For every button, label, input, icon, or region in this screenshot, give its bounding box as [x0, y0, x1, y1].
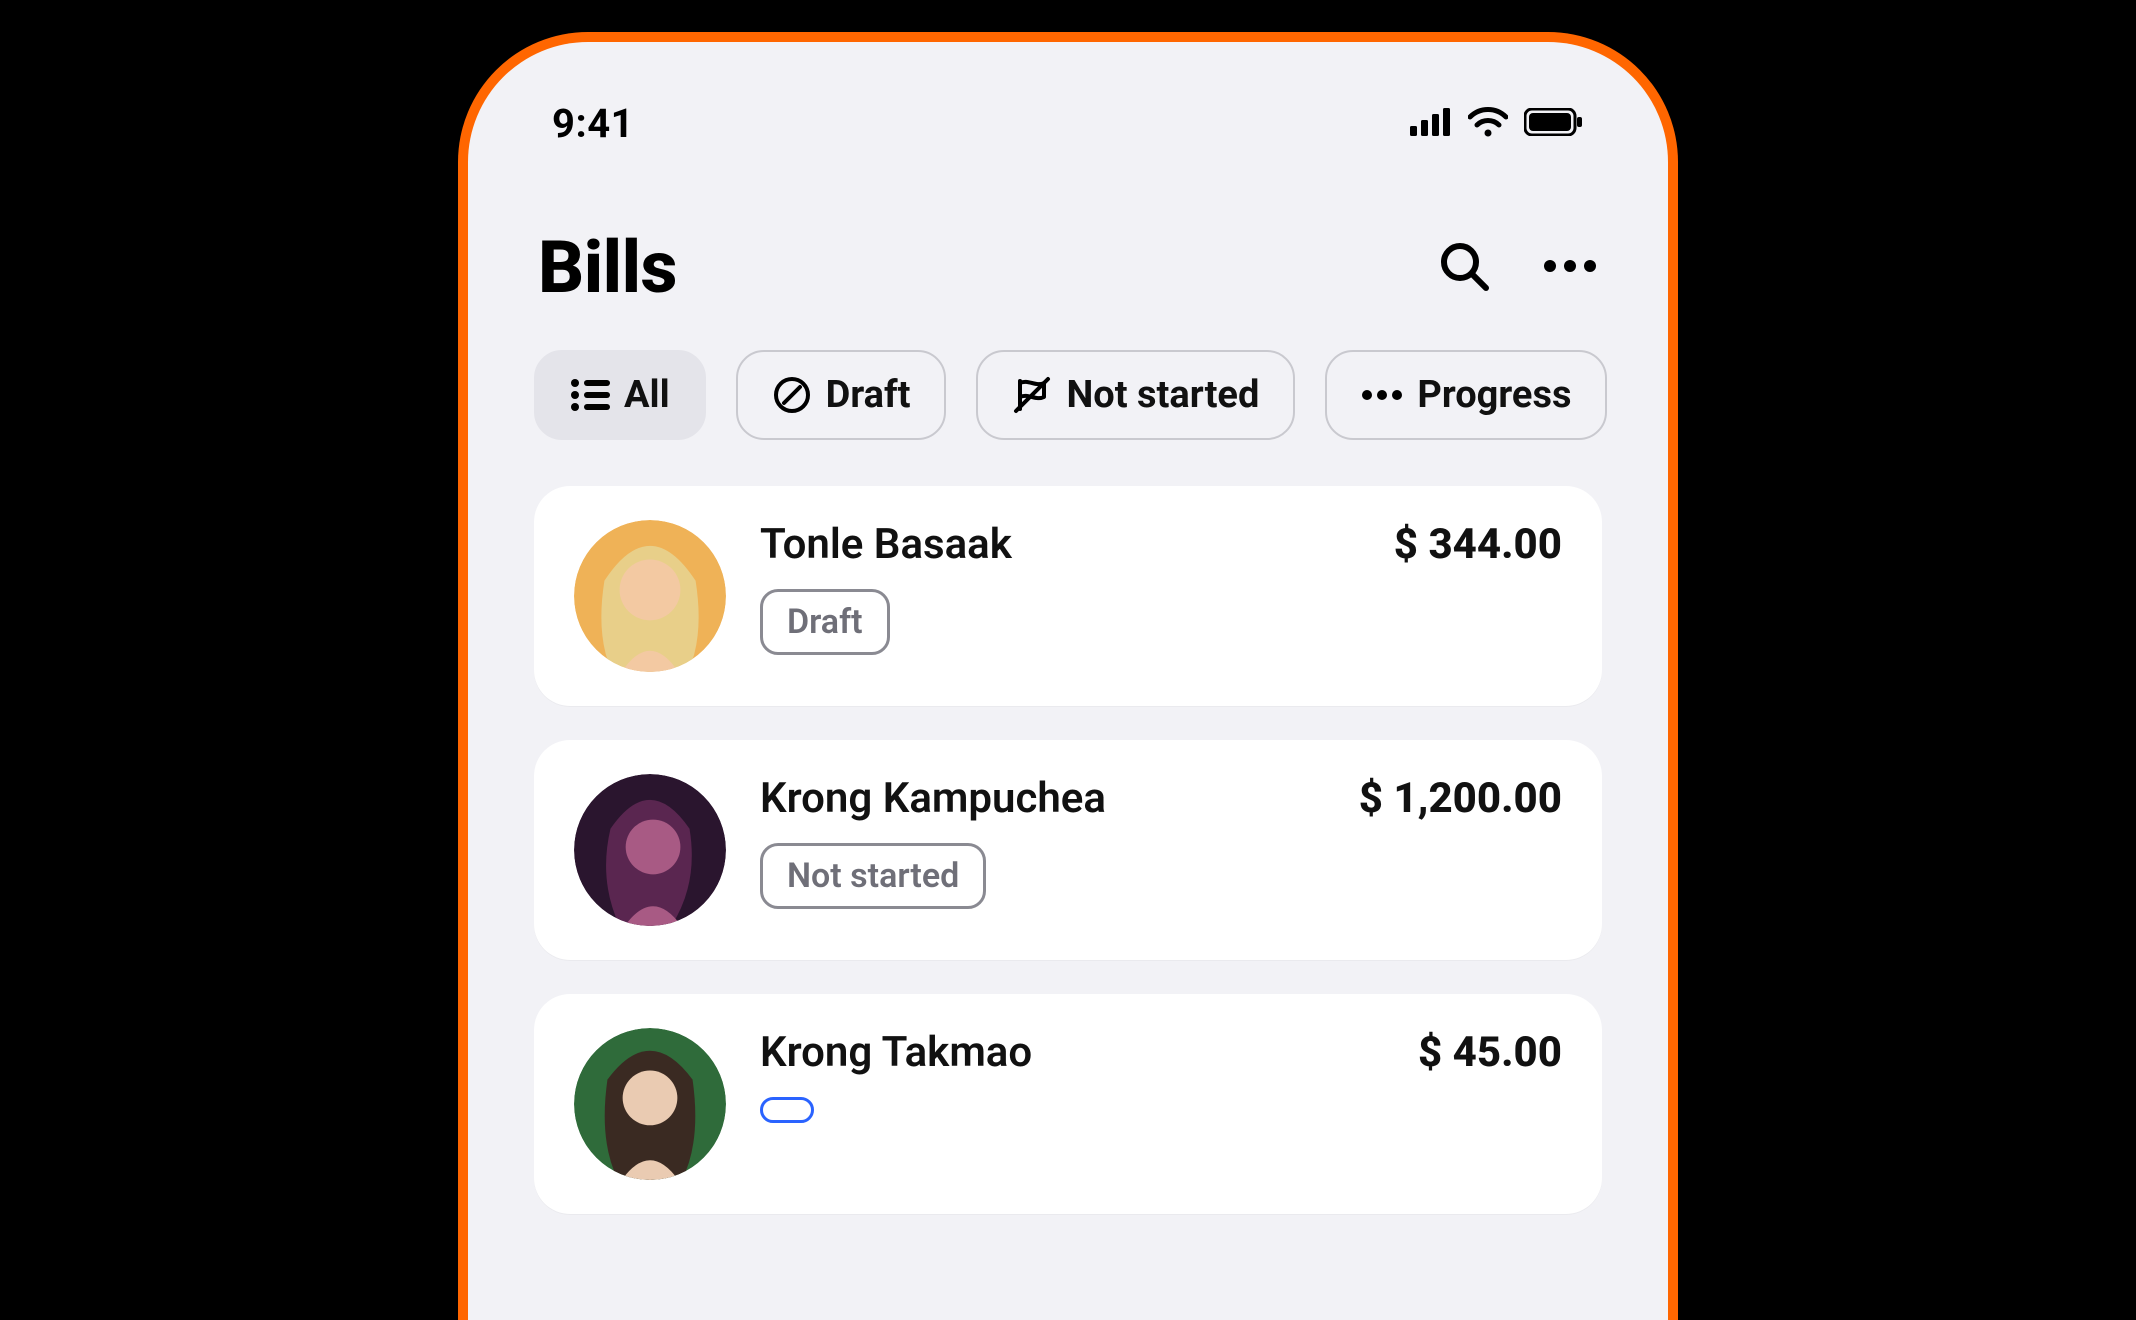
search-icon[interactable]	[1436, 238, 1492, 298]
bill-list: Tonle Basaak $ 344.00 Draft	[492, 486, 1644, 1214]
more-icon[interactable]	[1542, 256, 1598, 280]
draft-icon	[772, 375, 812, 415]
page-title: Bills	[538, 225, 677, 310]
device-frame: 9:41	[458, 32, 1678, 1320]
status-badge	[760, 1097, 814, 1123]
filter-chip-progress[interactable]: Progress	[1325, 350, 1607, 440]
filter-label: All	[624, 373, 670, 417]
bill-card[interactable]: Tonle Basaak $ 344.00 Draft	[534, 486, 1602, 706]
bill-info: Tonle Basaak $ 344.00 Draft	[760, 520, 1562, 655]
avatar	[574, 1028, 726, 1180]
battery-icon	[1524, 108, 1584, 140]
header-actions	[1436, 238, 1598, 298]
bill-name: Tonle Basaak	[760, 520, 1012, 569]
filter-row: All Draft	[492, 350, 1644, 486]
list-icon	[570, 378, 610, 412]
bill-info: Krong Kampuchea $ 1,200.00 Not started	[760, 774, 1562, 909]
header: Bills	[492, 165, 1644, 350]
status-time: 9:41	[552, 100, 634, 147]
bill-name: Krong Kampuchea	[760, 774, 1106, 823]
bill-amount: $ 1,200.00	[1359, 774, 1562, 823]
bill-card[interactable]: Krong Kampuchea $ 1,200.00 Not started	[534, 740, 1602, 960]
avatar	[574, 520, 726, 672]
bill-amount: $ 344.00	[1394, 520, 1562, 569]
filter-chip-draft[interactable]: Draft	[736, 350, 947, 440]
bill-card[interactable]: Krong Takmao $ 45.00	[534, 994, 1602, 1214]
wifi-icon	[1468, 107, 1508, 141]
screen: 9:41	[492, 66, 1644, 1320]
filter-label: Draft	[826, 373, 911, 417]
bill-amount: $ 45.00	[1418, 1028, 1562, 1077]
avatar	[574, 774, 726, 926]
status-icons	[1410, 107, 1584, 141]
cell-signal-icon	[1410, 108, 1452, 140]
flag-off-icon	[1012, 375, 1052, 415]
filter-label: Not started	[1066, 373, 1259, 417]
filter-chip-not-started[interactable]: Not started	[976, 350, 1295, 440]
filter-chip-all[interactable]: All	[534, 350, 706, 440]
filter-label: Progress	[1417, 373, 1571, 417]
status-badge: Not started	[760, 843, 986, 909]
bill-name: Krong Takmao	[760, 1028, 1032, 1077]
status-badge: Draft	[760, 589, 890, 655]
ellipsis-icon	[1361, 387, 1403, 403]
status-bar: 9:41	[492, 66, 1644, 165]
bill-info: Krong Takmao $ 45.00	[760, 1028, 1562, 1127]
